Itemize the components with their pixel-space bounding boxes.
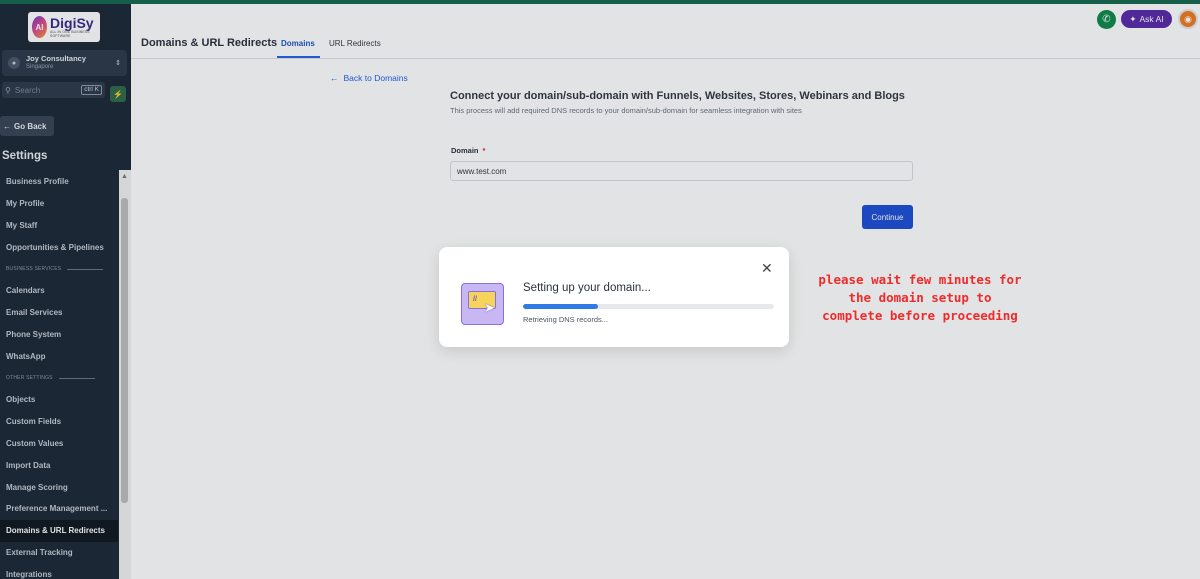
chevron-updown-icon: ⇕ [115, 60, 121, 67]
settings-title: Settings [2, 150, 48, 162]
sidebar-item-calendars[interactable]: Calendars [0, 280, 118, 302]
sidebar-item-whatsapp[interactable]: WhatsApp [0, 345, 118, 367]
sidebar-item-phone-system[interactable]: Phone System [0, 324, 118, 346]
account-location: Singapore [26, 63, 54, 70]
logo-name: DigiSy [50, 15, 94, 31]
annotation-line: complete before proceeding [822, 308, 1018, 323]
sidebar-item-my-profile[interactable]: My Profile [0, 193, 118, 215]
sparkle-icon: ✦ [1129, 13, 1137, 24]
ask-ai-label: Ask AI [1139, 14, 1164, 24]
scrollbar-thumb[interactable] [121, 198, 128, 503]
account-switcher[interactable]: ● Joy Consultancy Singapore ⇕ [2, 50, 127, 76]
sidebar-item-preference-management[interactable]: Preference Management ... [0, 498, 118, 520]
divider-line [67, 268, 104, 270]
page-header: Domains & URL Redirects Domains URL Redi… [131, 4, 1200, 59]
domain-label: Domain * [451, 146, 485, 155]
sidebar-item-opportunities-pipelines[interactable]: Opportunities & Pipelines [0, 236, 118, 258]
quick-actions-button[interactable]: ⚡ [110, 86, 126, 102]
phone-icon: ✆ [1102, 14, 1111, 25]
arrow-left-icon: ← [330, 73, 339, 83]
tab-domains[interactable]: Domains [281, 39, 315, 48]
progress-fill [523, 304, 599, 309]
back-link-label: Back to Domains [343, 73, 408, 83]
top-accent-strip [0, 0, 1200, 4]
tab-active-indicator [277, 56, 320, 58]
browser-cursor-icon: // ➤ [461, 283, 504, 325]
connect-domain-heading: Connect your domain/sub-domain with Funn… [450, 90, 905, 102]
sidebar-item-my-staff[interactable]: My Staff [0, 215, 118, 237]
annotation-line: the domain setup to [848, 290, 992, 305]
sidebar-item-business-profile[interactable]: Business Profile [0, 171, 118, 193]
search-shortcut: ctrl K [81, 85, 102, 95]
sidebar-item-external-tracking[interactable]: External Tracking [0, 542, 118, 564]
close-icon[interactable]: ✕ [761, 261, 773, 275]
sidebar-item-custom-values[interactable]: Custom Values [0, 433, 118, 455]
sidebar-search[interactable]: ⚲ Search ctrl K [2, 82, 105, 98]
phone-button[interactable]: ✆ [1097, 10, 1116, 29]
logo[interactable]: AI DigiSy ALL IN ONE BUSINESS SOFTWARE [28, 12, 100, 42]
tab-url-redirects[interactable]: URL Redirects [329, 39, 381, 48]
ask-ai-button[interactable]: ✦ Ask AI [1121, 10, 1172, 28]
sidebar-item-objects[interactable]: Objects [0, 389, 118, 411]
connect-domain-subheading: This process will add required DNS recor… [450, 106, 802, 115]
scroll-up-icon[interactable]: ▲ [121, 173, 128, 180]
required-marker: * [482, 146, 486, 155]
sidebar-item-import-data[interactable]: Import Data [0, 454, 118, 476]
search-label: Search [14, 85, 41, 95]
bell-icon: ◉ [1184, 13, 1192, 24]
divider-line [58, 377, 95, 379]
wait-annotation: please wait few minutes for the domain s… [805, 271, 1035, 325]
sidebar-scrollbar[interactable]: ▲ [119, 170, 131, 579]
page-title: Domains & URL Redirects [141, 37, 278, 49]
back-to-domains-link[interactable]: ← Back to Domains [330, 73, 408, 83]
annotation-line: please wait few minutes for [818, 272, 1022, 287]
notifications-button[interactable]: ◉ [1178, 9, 1198, 29]
logo-tagline: ALL IN ONE BUSINESS SOFTWARE [50, 30, 90, 38]
domain-input[interactable] [450, 161, 913, 181]
menu-section-label: OTHER SETTINGS [6, 375, 53, 382]
sidebar: AI DigiSy ALL IN ONE BUSINESS SOFTWARE ●… [0, 4, 131, 579]
settings-menu: Business Profile My Profile My Staff Opport… [0, 171, 118, 579]
go-back-button[interactable]: ← Go Back [0, 116, 54, 136]
bolt-icon: ⚡ [113, 89, 123, 99]
search-icon: ⚲ [5, 85, 11, 95]
menu-section-divider: BUSINESS SERVICES [0, 258, 118, 280]
account-name: Joy Consultancy [26, 54, 87, 64]
menu-section-divider: OTHER SETTINGS [0, 367, 118, 389]
sidebar-item-manage-scoring[interactable]: Manage Scoring [0, 476, 118, 498]
domain-setup-modal: ✕ // ➤ Setting up your domain... Retriev… [439, 247, 789, 347]
logo-mark-icon: AI [32, 16, 48, 38]
sidebar-item-email-services[interactable]: Email Services [0, 302, 118, 324]
sidebar-item-custom-fields[interactable]: Custom Fields [0, 411, 118, 433]
domain-label-text: Domain [451, 146, 479, 155]
sidebar-item-integrations[interactable]: Integrations [0, 563, 118, 579]
modal-title: Setting up your domain... [523, 282, 651, 294]
sidebar-item-domains-url-redirects[interactable]: Domains & URL Redirects [0, 519, 118, 542]
menu-section-label: BUSINESS SERVICES [6, 266, 62, 273]
account-icon: ● [8, 57, 20, 69]
go-back-label: Go Back [14, 121, 47, 131]
modal-status: Retrieving DNS records... [523, 315, 609, 324]
arrow-left-icon: ← [3, 121, 11, 131]
continue-button[interactable]: Continue [862, 205, 913, 229]
setup-progress-bar [523, 304, 774, 309]
